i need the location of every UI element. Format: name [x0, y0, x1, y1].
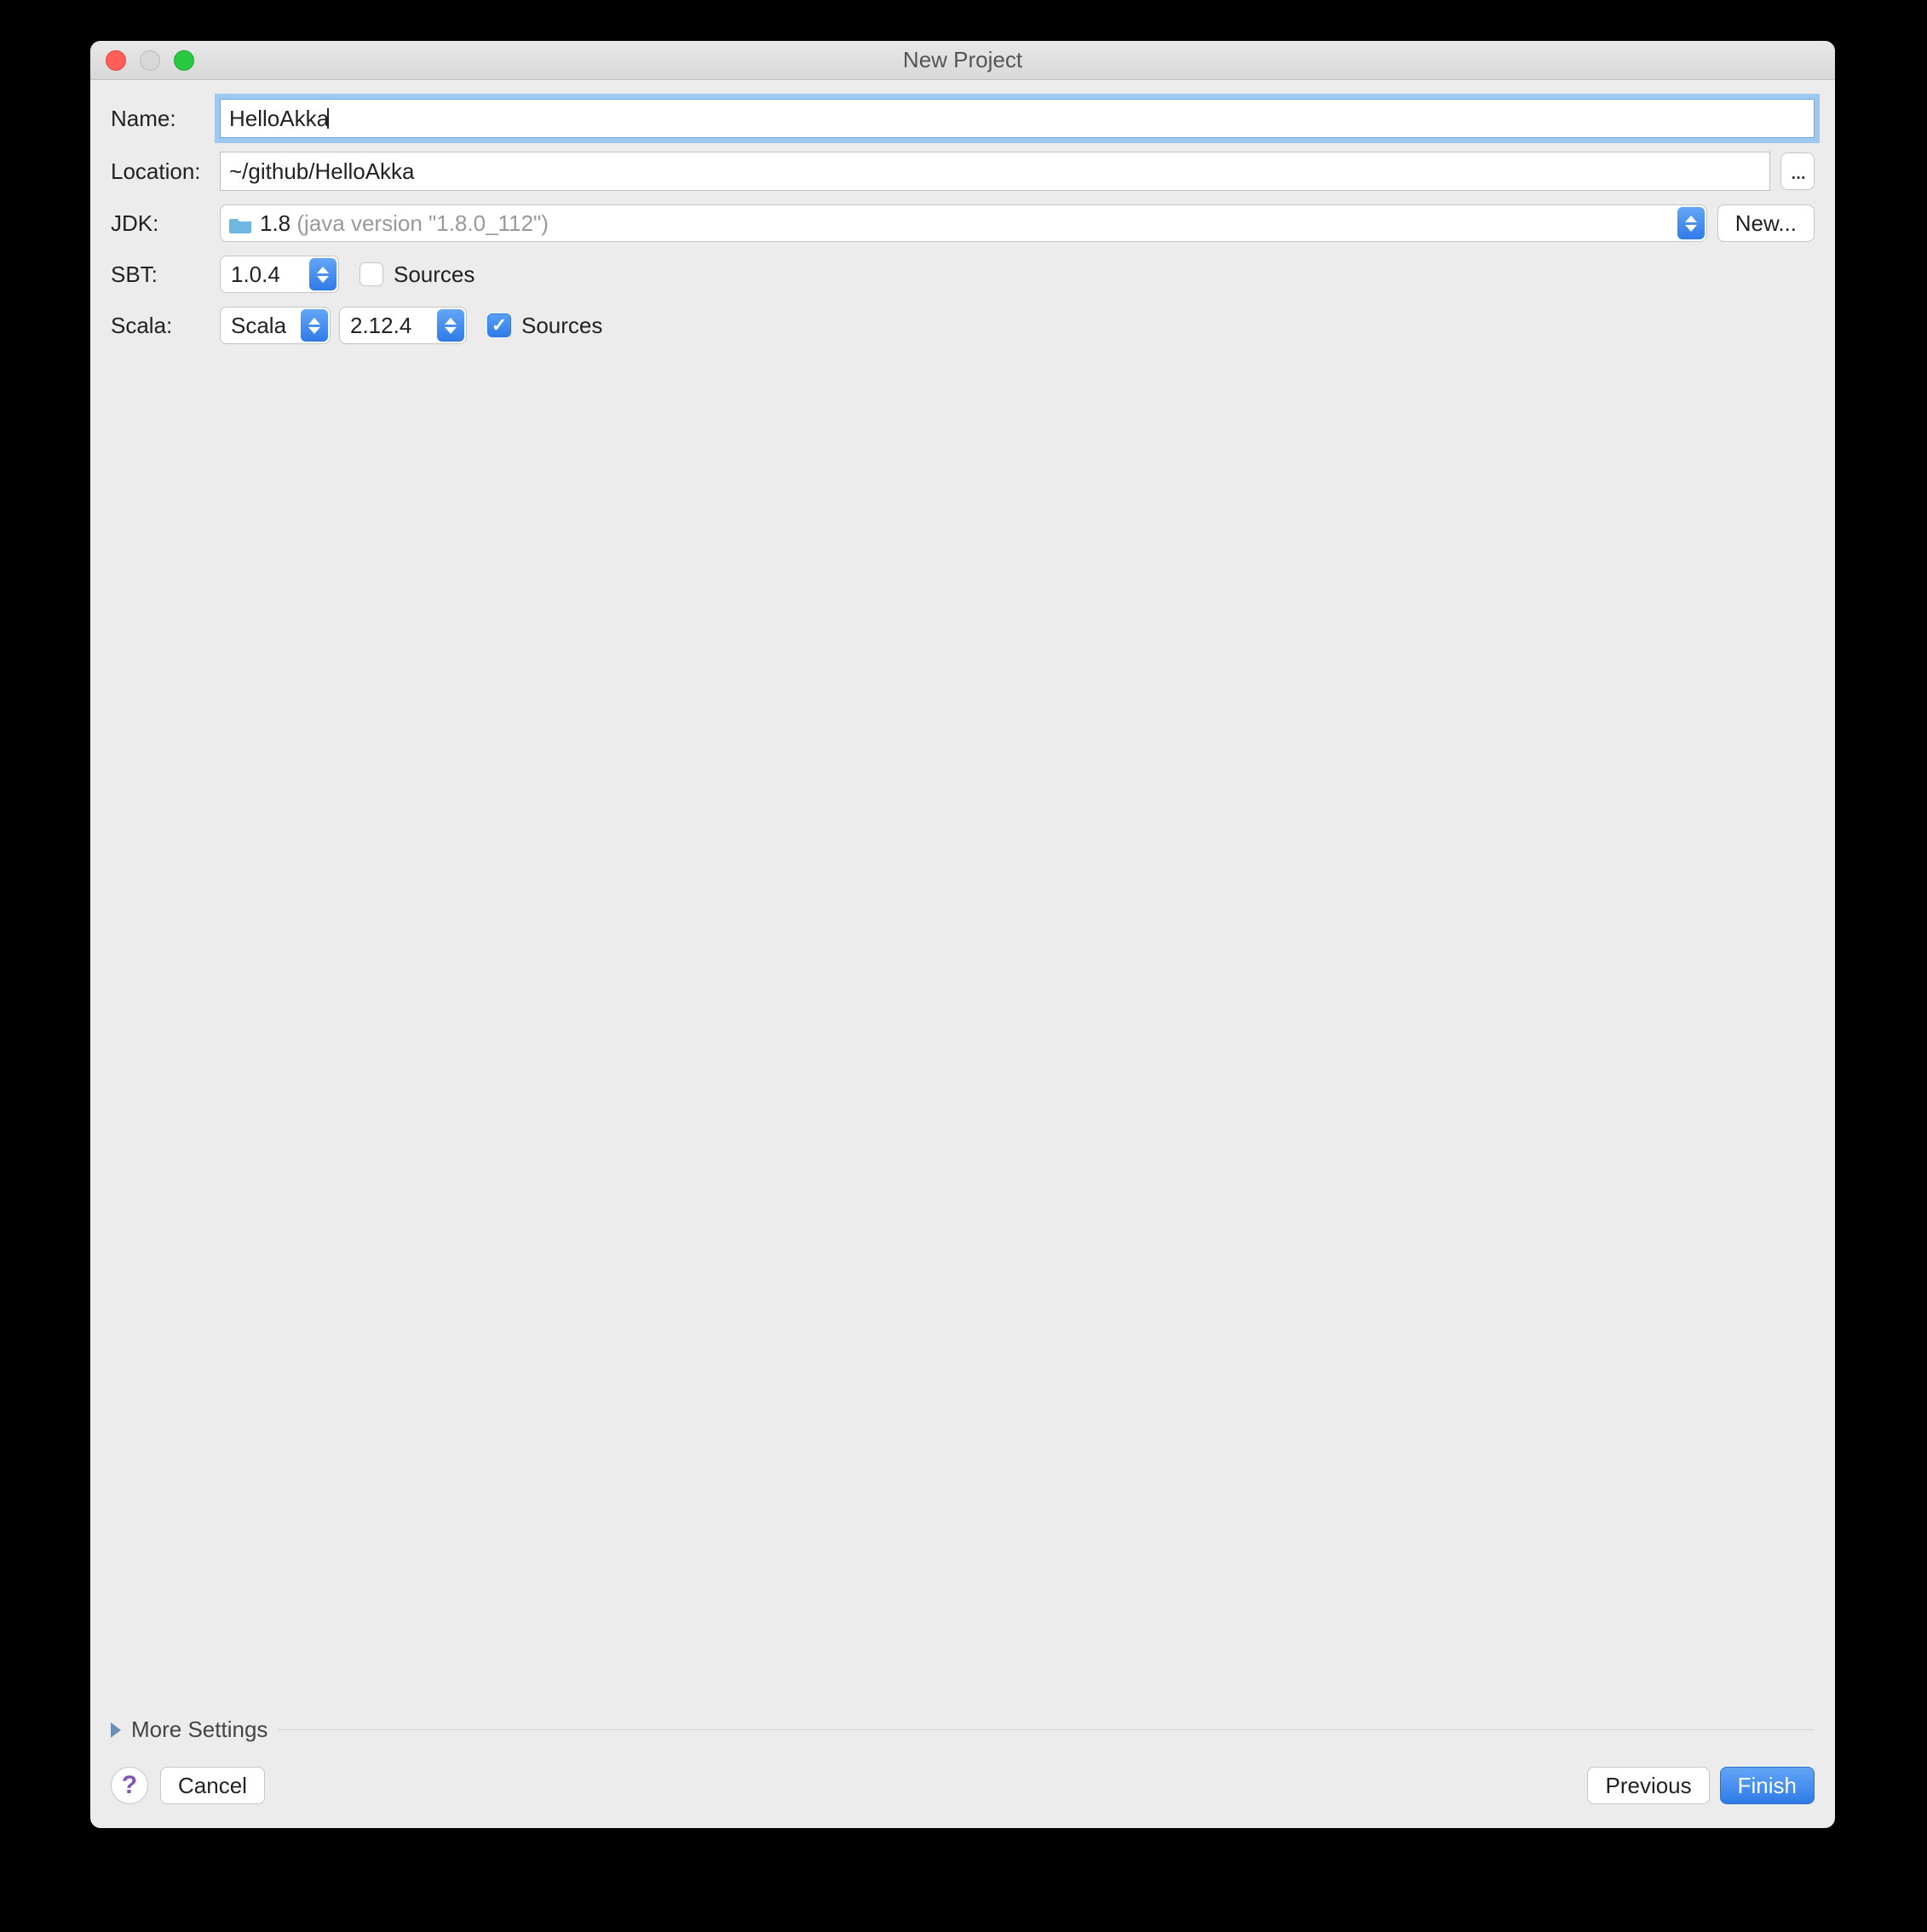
sbt-version-value: 1.0.4: [231, 262, 280, 288]
divider: [278, 1729, 1815, 1730]
disclosure-triangle-icon: [111, 1722, 121, 1738]
scala-sources-checkbox[interactable]: [487, 313, 511, 337]
location-value: ~/github/HelloAkka: [229, 158, 415, 185]
dialog-content: Name: HelloAkka Location: ~/github/Hello…: [90, 80, 1835, 1767]
scala-row: Scala: Scala 2.12.4 Sources: [111, 307, 1815, 344]
browse-location-button[interactable]: ...: [1780, 152, 1815, 190]
sbt-label: SBT:: [111, 262, 220, 288]
cancel-button[interactable]: Cancel: [160, 1767, 265, 1804]
jdk-select[interactable]: 1.8 (java version "1.8.0_112"): [220, 204, 1707, 242]
jdk-new-button[interactable]: New...: [1717, 204, 1815, 242]
jdk-label: JDK:: [111, 210, 220, 237]
minimize-window-icon: [140, 50, 160, 71]
location-label: Location:: [111, 158, 220, 185]
dialog-footer: ? Cancel Previous Finish: [90, 1767, 1835, 1828]
location-input[interactable]: ~/github/HelloAkka: [220, 152, 1770, 191]
stepper-icon: [437, 309, 464, 342]
zoom-window-icon[interactable]: [174, 50, 194, 71]
traffic-lights: [106, 50, 194, 71]
more-settings-label: More Settings: [131, 1716, 267, 1743]
window-title: New Project: [90, 47, 1835, 73]
help-button[interactable]: ?: [111, 1767, 148, 1804]
new-project-window: New Project Name: HelloAkka Location: ~/…: [90, 41, 1835, 1828]
finish-button[interactable]: Finish: [1720, 1767, 1815, 1804]
scala-kind-value: Scala: [231, 313, 286, 339]
sbt-sources-checkbox[interactable]: [360, 262, 383, 286]
stepper-icon: [301, 309, 328, 342]
jdk-detail-text: (java version "1.8.0_112"): [296, 210, 548, 237]
stepper-icon: [309, 258, 337, 290]
scala-label: Scala:: [111, 313, 220, 339]
titlebar: New Project: [90, 41, 1835, 80]
name-input[interactable]: HelloAkka: [220, 99, 1815, 138]
name-value: HelloAkka: [229, 106, 329, 132]
sbt-version-select[interactable]: 1.0.4: [220, 256, 339, 293]
name-row: Name: HelloAkka: [111, 99, 1815, 138]
name-label: Name:: [111, 106, 220, 132]
scala-kind-select[interactable]: Scala: [220, 307, 331, 344]
scala-version-select[interactable]: 2.12.4: [339, 307, 467, 344]
stepper-icon: [1677, 207, 1705, 239]
sbt-row: SBT: 1.0.4 Sources: [111, 256, 1815, 293]
more-settings-toggle[interactable]: More Settings: [111, 1716, 1815, 1743]
jdk-row: JDK: 1.8 (java version "1.8.0_112") New.…: [111, 204, 1815, 242]
spacer: [111, 358, 1815, 1716]
previous-button[interactable]: Previous: [1587, 1767, 1709, 1804]
sbt-sources-label: Sources: [394, 262, 475, 288]
close-window-icon[interactable]: [106, 50, 126, 71]
jdk-version-text: 1.8: [260, 210, 290, 237]
location-row: Location: ~/github/HelloAkka ...: [111, 152, 1815, 191]
scala-sources-label: Sources: [521, 313, 602, 339]
scala-version-value: 2.12.4: [350, 313, 411, 339]
folder-icon: [229, 214, 253, 233]
